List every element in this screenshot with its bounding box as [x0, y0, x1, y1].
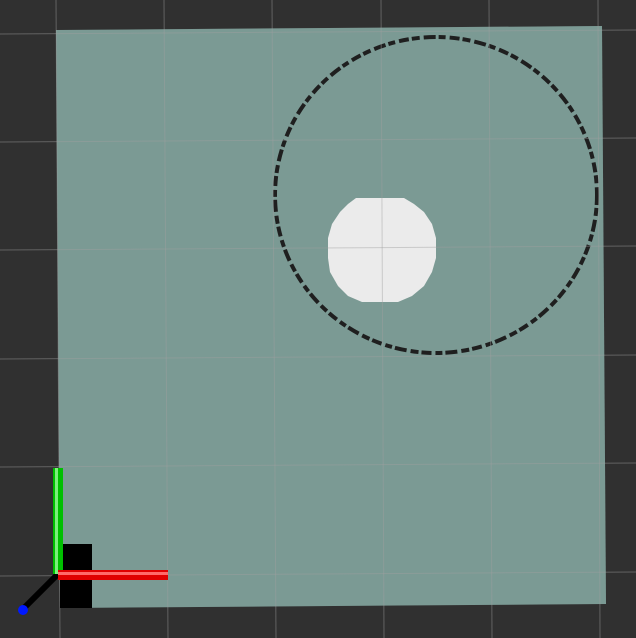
x-axis-highlight — [58, 572, 168, 575]
z-axis-tip — [18, 605, 28, 615]
y-axis-highlight — [55, 468, 58, 574]
scene-canvas[interactable] — [0, 0, 636, 638]
rviz-3d-viewport[interactable] — [0, 0, 636, 638]
